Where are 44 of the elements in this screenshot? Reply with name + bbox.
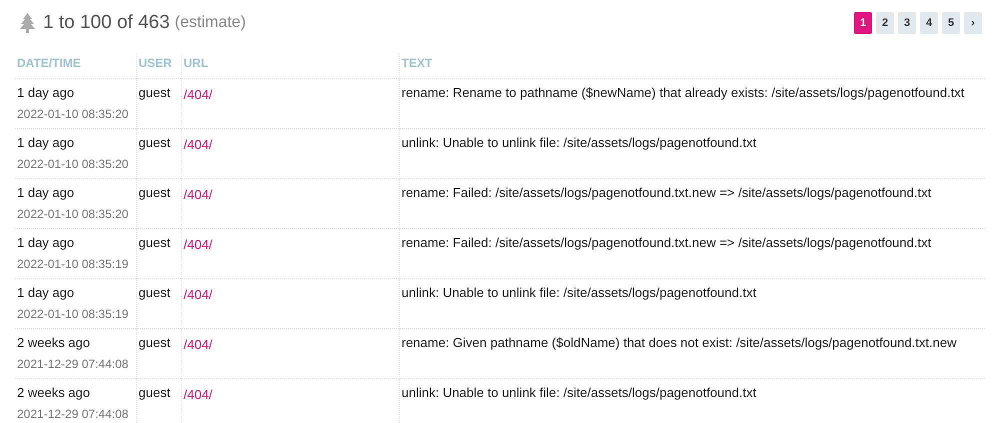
url-link[interactable]: /404/ xyxy=(184,337,212,353)
page-button[interactable]: 4 xyxy=(920,12,938,34)
user-name: guest xyxy=(138,235,172,251)
user-name: guest xyxy=(138,85,172,101)
page-button[interactable]: 5 xyxy=(942,12,960,34)
log-message: rename: Rename to pathname ($newName) that already exists: /site/assets/logs/pagenotfound.txt xyxy=(402,85,966,101)
estimate-note: (estimate) xyxy=(174,13,246,33)
timestamp: 2022-01-10 08:35:20 xyxy=(17,207,130,221)
url-link[interactable]: /404/ xyxy=(184,187,212,203)
tree-icon xyxy=(20,13,35,33)
relative-time: 1 day ago xyxy=(17,285,76,301)
timestamp: 2021-12-29 07:44:08 xyxy=(17,407,130,421)
url-link[interactable]: /404/ xyxy=(184,87,212,103)
timestamp: 2022-01-10 08:35:19 xyxy=(17,307,130,321)
relative-time: 1 day ago xyxy=(17,185,76,201)
log-message: unlink: Unable to unlink file: /site/assets/logs/pagenotfound.txt xyxy=(402,385,758,401)
page-button[interactable]: 1 xyxy=(854,12,872,34)
result-count: 1 to 100 of 463 xyxy=(43,10,170,35)
timestamp: 2022-01-10 08:35:19 xyxy=(17,257,130,271)
timestamp: 2022-01-10 08:35:20 xyxy=(17,107,130,121)
page-button[interactable]: › xyxy=(964,12,982,34)
url-link[interactable]: /404/ xyxy=(184,387,212,403)
user-name: guest xyxy=(138,385,172,401)
log-message: rename: Given pathname ($oldName) that does not exist: /site/assets/logs/pagenotfound.txt.new xyxy=(402,335,958,351)
relative-time: 1 day ago xyxy=(17,135,76,151)
relative-time: 2 weeks ago xyxy=(17,385,91,401)
log-message: unlink: Unable to unlink file: /site/assets/logs/pagenotfound.txt xyxy=(402,285,758,301)
relative-time: 1 day ago xyxy=(17,85,76,101)
user-name: guest xyxy=(138,285,172,301)
log-message: unlink: Unable to unlink file: /site/assets/logs/pagenotfound.txt xyxy=(402,135,758,151)
relative-time: 2 weeks ago xyxy=(17,335,91,351)
url-link[interactable]: /404/ xyxy=(184,137,212,153)
user-name: guest xyxy=(138,135,172,151)
relative-time: 1 day ago xyxy=(17,235,76,251)
page-button[interactable]: 2 xyxy=(876,12,894,34)
timestamp: 2021-12-29 07:44:08 xyxy=(17,357,130,371)
log-message: rename: Failed: /site/assets/logs/pagenotfound.txt.new => /site/assets/logs/pagenotfound.txt xyxy=(402,185,932,201)
page-button[interactable]: 3 xyxy=(898,12,916,34)
url-link[interactable]: /404/ xyxy=(184,287,212,303)
user-name: guest xyxy=(138,185,172,201)
url-link[interactable]: /404/ xyxy=(184,237,212,253)
user-name: guest xyxy=(138,335,172,351)
timestamp: 2022-01-10 08:35:20 xyxy=(17,157,130,171)
log-message: rename: Failed: /site/assets/logs/pagenotfound.txt.new => /site/assets/logs/pagenotfound.txt xyxy=(402,235,932,251)
